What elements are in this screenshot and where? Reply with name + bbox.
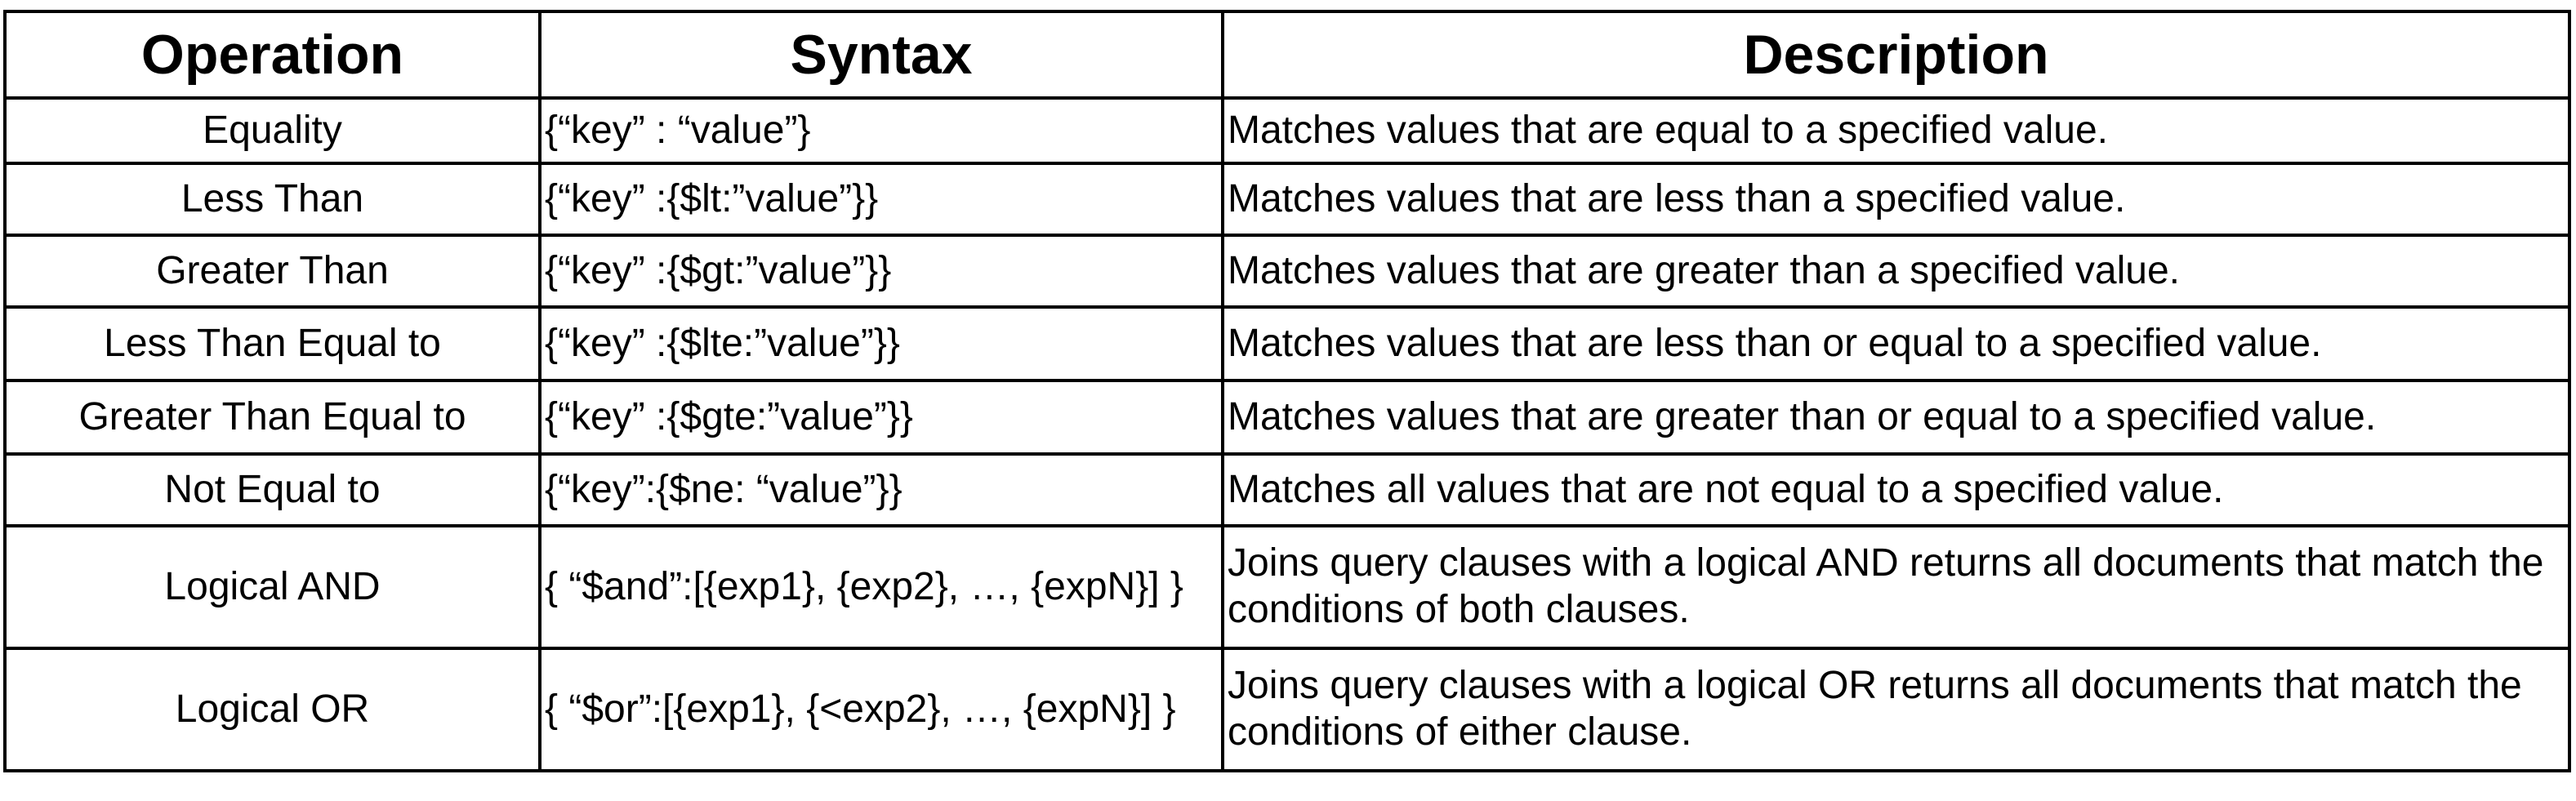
table-header-row: Operation Syntax Description	[3, 10, 2571, 100]
header-syntax: Syntax	[538, 10, 1224, 100]
table-row: Greater Than Equal to {“key” :{$gte:”val…	[3, 379, 2571, 456]
syntax-cell: { “$or”:[{exp1}, {<exp2}, …, {expN}] }	[538, 647, 1224, 772]
syntax-cell: {“key” :{$lte:”value”}}	[538, 305, 1224, 382]
table-row: Less Than Equal to {“key” :{$lte:”value”…	[3, 305, 2571, 382]
operation-cell: Less Than	[3, 162, 541, 237]
table-row: Equality {“key” : “value”} Matches value…	[3, 96, 2571, 165]
operation-cell: Logical AND	[3, 524, 541, 650]
description-cell: Matches values that are less than or equ…	[1221, 305, 2571, 382]
description-cell: Matches values that are equal to a speci…	[1221, 96, 2571, 165]
table-row: Not Equal to {“key”:{$ne: “value”}} Matc…	[3, 452, 2571, 527]
table-row: Logical OR { “$or”:[{exp1}, {<exp2}, …, …	[3, 647, 2571, 772]
operation-cell: Equality	[3, 96, 541, 165]
header-description: Description	[1221, 10, 2571, 100]
query-operators-table: Operation Syntax Description Equality {“…	[3, 10, 2571, 772]
description-cell: Matches values that are less than a spec…	[1221, 162, 2571, 237]
table-row: Less Than {“key” :{$lt:”value”}} Matches…	[3, 162, 2571, 237]
operation-cell: Greater Than Equal to	[3, 379, 541, 456]
header-operation: Operation	[3, 10, 541, 100]
operation-cell: Greater Than	[3, 234, 541, 309]
syntax-cell: {“key”:{$ne: “value”}}	[538, 452, 1224, 527]
description-cell: Matches all values that are not equal to…	[1221, 452, 2571, 527]
table-row: Greater Than {“key” :{$gt:”value”}} Matc…	[3, 234, 2571, 309]
syntax-cell: {“key” : “value”}	[538, 96, 1224, 165]
description-cell: Joins query clauses with a logical AND r…	[1221, 524, 2571, 650]
operation-cell: Not Equal to	[3, 452, 541, 527]
syntax-cell: {“key” :{$gt:”value”}}	[538, 234, 1224, 309]
syntax-cell: { “$and”:[{exp1}, {exp2}, …, {expN}] }	[538, 524, 1224, 650]
operation-cell: Logical OR	[3, 647, 541, 772]
operation-cell: Less Than Equal to	[3, 305, 541, 382]
description-cell: Matches values that are greater than or …	[1221, 379, 2571, 456]
description-cell: Joins query clauses with a logical OR re…	[1221, 647, 2571, 772]
table-row: Logical AND { “$and”:[{exp1}, {exp2}, …,…	[3, 524, 2571, 650]
description-cell: Matches values that are greater than a s…	[1221, 234, 2571, 309]
syntax-cell: {“key” :{$lt:”value”}}	[538, 162, 1224, 237]
syntax-cell: {“key” :{$gte:”value”}}	[538, 379, 1224, 456]
